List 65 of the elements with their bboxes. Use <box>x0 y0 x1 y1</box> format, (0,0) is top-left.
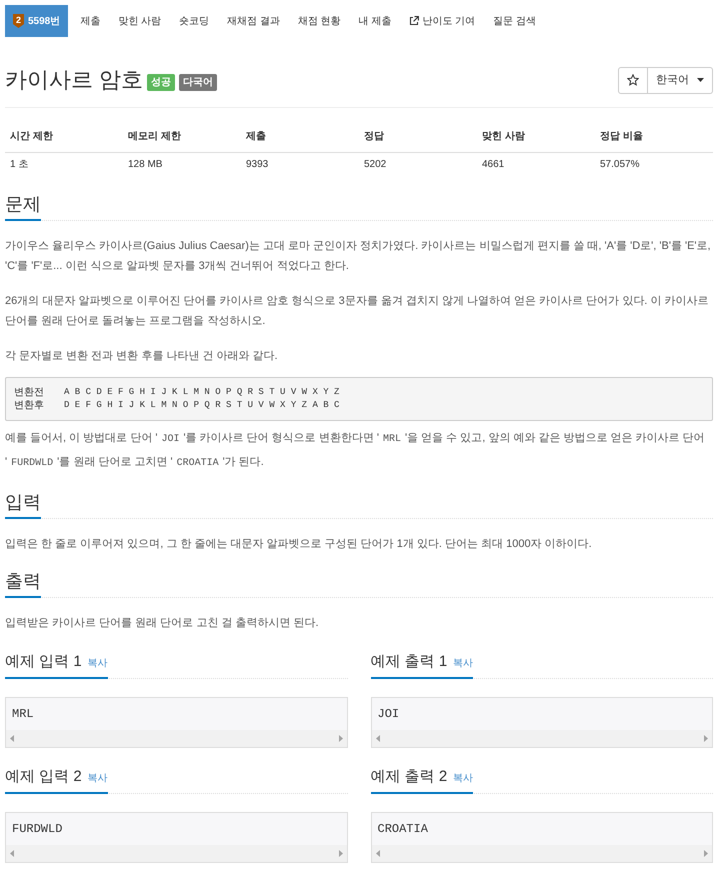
column-header: 메모리 제한 <box>123 122 241 152</box>
nav-tab[interactable]: 질문 검색 <box>484 5 545 37</box>
nav-tab[interactable]: 채점 현황 <box>288 5 350 37</box>
problem-tag: 다국어 <box>179 74 218 91</box>
horizontal-scrollbar[interactable] <box>372 730 712 747</box>
table-cell: 9393 <box>241 152 359 177</box>
letter-sequence: A B C D E F G H I J K L M N O P Q R S T U V W X Y Z <box>64 386 340 399</box>
section-title: 입력 <box>5 491 41 514</box>
table-cell: 4661 <box>477 152 595 177</box>
row-label: 변환전 <box>14 386 45 399</box>
horizontal-scrollbar[interactable] <box>6 845 346 862</box>
nav-tab[interactable]: 2 5598번 <box>5 5 68 37</box>
sample-text: MRL <box>11 706 35 723</box>
sample-text: FURDWLD <box>11 821 64 838</box>
table-cell: 57.057% <box>595 152 713 177</box>
problem-paragraph: 각 문자별로 변환 전과 변환 후를 나타낸 건 아래와 같다. <box>5 349 279 364</box>
copy-link[interactable]: 복사 <box>453 771 474 786</box>
sample-title: 예제 입력 1 <box>5 652 82 672</box>
caret-icon <box>697 78 704 82</box>
scroll-right-icon[interactable] <box>704 735 708 742</box>
problem-paragraph: 입력받은 카이사르 단어를 원래 단어로 고친 걸 출력하시면 된다. <box>5 616 320 631</box>
sample-text: JOI <box>376 706 400 723</box>
favorite-button[interactable] <box>618 66 648 94</box>
problem-tag: 성공 <box>147 74 176 91</box>
nav-tab[interactable]: 내 제출 <box>350 5 400 37</box>
copy-link[interactable]: 복사 <box>88 771 108 786</box>
copy-link[interactable]: 복사 <box>453 656 474 671</box>
table-cell: 1 초 <box>5 152 123 177</box>
column-header: 제출 <box>241 122 359 152</box>
column-header: 시간 제한 <box>5 122 123 152</box>
column-header: 정답 비율 <box>595 122 713 152</box>
sample-title: 예제 출력 1 <box>370 652 448 672</box>
table-cell: 128 MB <box>123 152 241 177</box>
nav-tab[interactable]: 숏코딩 <box>170 5 218 37</box>
sample-title: 예제 출력 2 <box>370 767 448 787</box>
scroll-left-icon[interactable] <box>10 850 14 857</box>
problem-paragraph: 입력은 한 줄로 이루어져 있으며, 그 한 줄에는 대문자 알파벳으로 구성된 단어가 1개 있다. 단어는 최대 1000자 이하이다. <box>5 537 593 552</box>
scroll-right-icon[interactable] <box>704 850 708 857</box>
letter-sequence: D E F G H I J K L M N O P Q R S T U V W X Y Z A B C <box>64 399 340 412</box>
sample-title: 예제 입력 2 <box>5 767 82 787</box>
scroll-right-icon[interactable] <box>338 735 342 742</box>
scroll-right-icon[interactable] <box>338 850 342 857</box>
column-header: 정답 <box>359 122 477 152</box>
horizontal-scrollbar[interactable] <box>6 730 346 747</box>
nav-tab[interactable]: 재채점 결과 <box>218 5 289 37</box>
table-cell: 5202 <box>359 152 477 177</box>
horizontal-scrollbar[interactable] <box>372 845 712 862</box>
problem-paragraph: 가이우스 율리우스 카이사르(Gaius Julius Caesar)는 고대 로마 군인이자 정치가였다. 카이사르는 비밀스럽게 편지를 쓸 때, 'A'를 'D로', 'B'를 'E'로, 'C'를 'F'로... 이런 식으로 알파벳 문자를 3개씩 건너뛰어 적었다고 한다. <box>5 239 712 274</box>
nav-tab[interactable]: 맞힌 사람 <box>109 5 170 37</box>
nav-tab[interactable]: 제출 <box>71 5 110 37</box>
problem-paragraph: 26개의 대문자 알파벳으로 이루어진 단어를 카이사르 암호 형식으로 3문자를 옮겨 겹치지 않게 나열하여 얻은 카이사르 단어가 있다. 이 카이사르 단어를 원래 단어로 돌려놓는 프로그램을 작성하시오. <box>5 294 710 329</box>
nav-tab[interactable]: 난이도 기여 <box>400 5 484 37</box>
scroll-left-icon[interactable] <box>376 850 380 857</box>
scroll-left-icon[interactable] <box>376 735 380 742</box>
problem-title: 카이사르 암호 <box>5 66 144 94</box>
sample-text: CROATIA <box>376 821 429 838</box>
tier-badge: 2 <box>13 14 24 28</box>
row-label: 변환후 <box>14 399 45 412</box>
copy-link[interactable]: 복사 <box>88 656 108 671</box>
section-title: 출력 <box>5 570 41 593</box>
problem-paragraph: 예를 들어서, 이 방법대로 단어 ' JOI '를 카이사르 단어 형식으로 변환한다면 ' MRL '을 얻을 수 있고, 앞의 예와 같은 방법으로 얻은 카이사르 단어 ' FURDWLD '를 원래 단어로 고치면 ' CROATIA '가 된다. <box>5 431 706 471</box>
column-header: 맞힌 사람 <box>477 122 595 152</box>
scroll-left-icon[interactable] <box>10 735 14 742</box>
language-dropdown[interactable]: 한국어 <box>648 66 713 94</box>
section-title: 문제 <box>5 193 41 216</box>
